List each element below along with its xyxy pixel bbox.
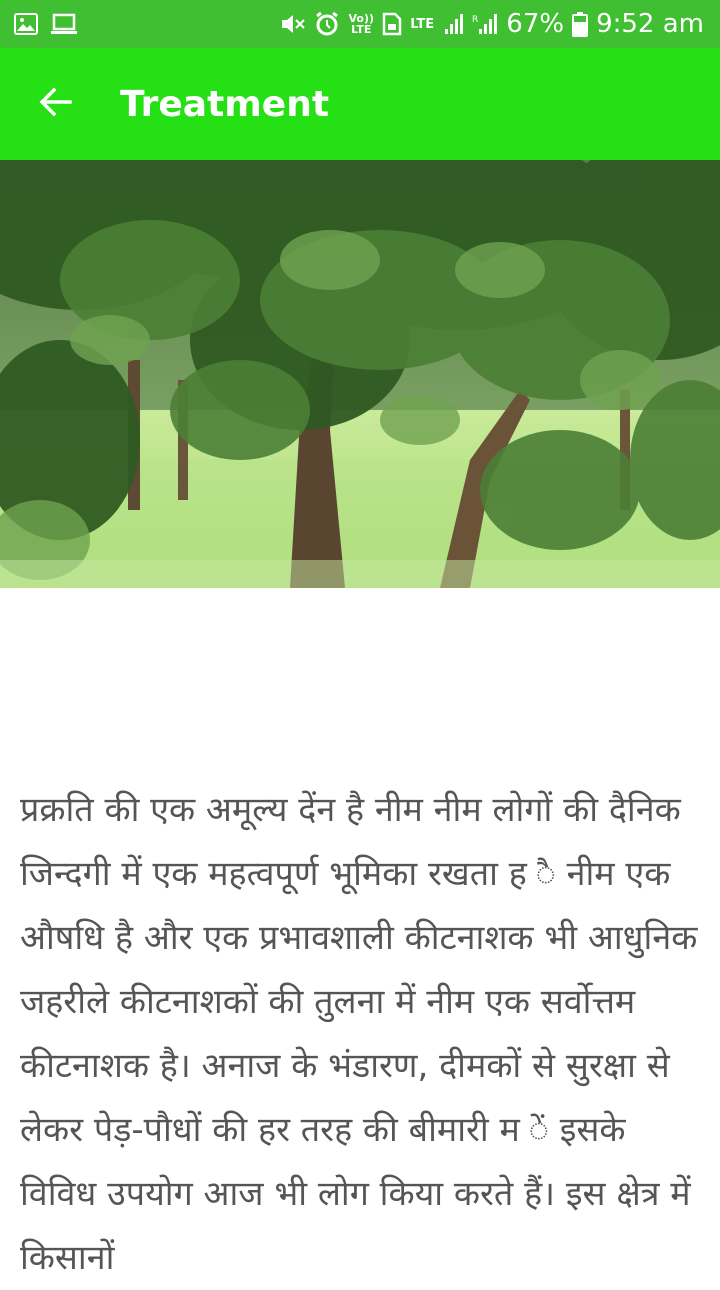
status-bar: Vo)) LTE LTE R 67% 9:52 am: [0, 0, 720, 48]
signal-icon: [444, 13, 464, 35]
battery-icon: [572, 11, 589, 37]
roaming-signal-icon: R: [472, 13, 498, 35]
alarm-icon: [314, 11, 340, 37]
app-bar: Treatment: [0, 48, 720, 160]
volte-icon: Vo)) LTE: [348, 12, 375, 36]
back-button[interactable]: [0, 48, 112, 160]
article-body: प्रक्रति की एक अमूल्य देंन है नीम नीम लो…: [20, 790, 698, 1278]
sim-icon: [382, 12, 402, 36]
neem-tree-image: [0, 160, 720, 588]
page-title: Treatment: [120, 83, 330, 125]
svg-text:R: R: [472, 15, 478, 25]
mute-icon: [280, 12, 306, 36]
back-arrow-icon: [38, 84, 74, 124]
status-bar-right: Vo)) LTE LTE R 67% 9:52 am: [280, 9, 704, 39]
hero-image: [0, 160, 720, 588]
lte-icon: LTE: [410, 16, 435, 32]
status-time: 9:52 am: [596, 9, 704, 39]
image-notification-icon: [14, 13, 38, 35]
laptop-notification-icon: [50, 13, 78, 35]
battery-percent: 67%: [506, 9, 565, 39]
status-bar-left: [14, 13, 78, 35]
